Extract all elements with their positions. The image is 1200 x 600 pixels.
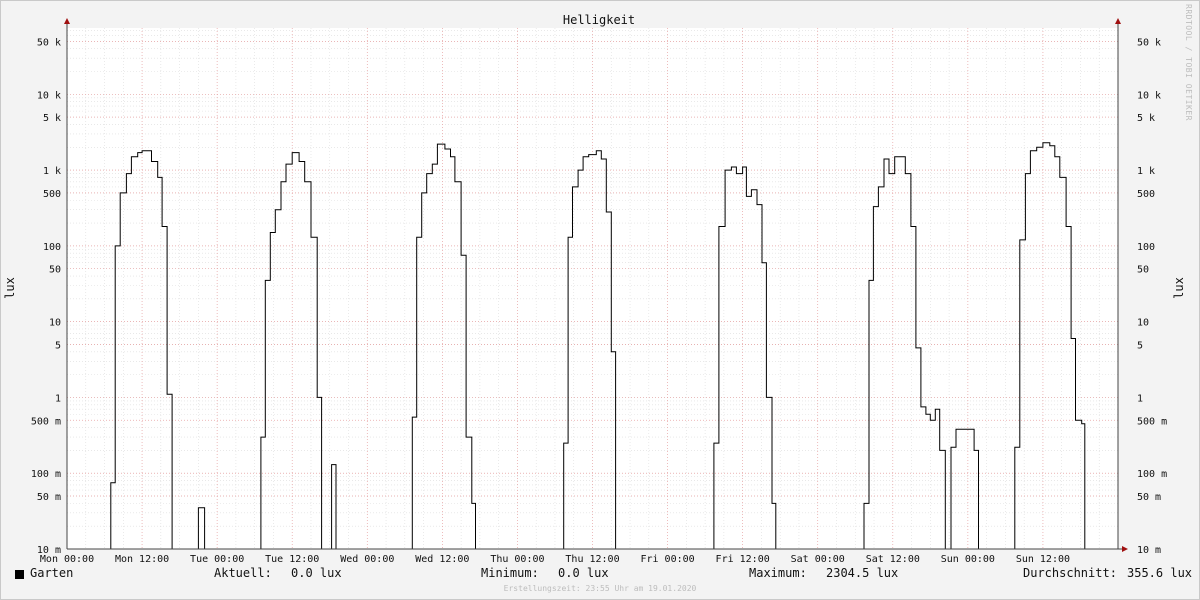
legend-series-name: Garten (30, 566, 74, 580)
x-tick-label: Tue 00:00 (190, 554, 244, 565)
minimum-label: Minimum: (481, 566, 539, 580)
y-tick-label-right: 5 k (1137, 113, 1155, 124)
chart: 50 k 50 k 10 k 10 k 5 k 5 k 1 k 1 k 500 500 100 100… (3, 13, 1186, 565)
y-tick-label-left: 5 (55, 340, 61, 351)
y-tick-label-right: 10 m (1137, 545, 1161, 556)
y-tick-label-left: 10 (49, 318, 61, 329)
y-tick-label-left: 100 m (31, 469, 61, 480)
y-axis-label-left: lux (3, 277, 17, 299)
y-tick-label-left: 50 m (37, 492, 61, 503)
y-tick-label-left: 500 m (31, 416, 61, 427)
y-tick-label-right: 5 (1137, 340, 1143, 351)
x-tick-label: Thu 12:00 (565, 554, 619, 565)
x-tick-label: Fri 12:00 (716, 554, 770, 565)
x-tick-label: Sun 00:00 (941, 554, 995, 565)
y-tick-label-left: 500 (43, 189, 61, 200)
y-tick-label-right: 1 (1137, 393, 1143, 404)
y-tick-label-left: 50 k (37, 37, 61, 48)
legend-swatch (15, 570, 24, 579)
y-tick-label-left: 100 (43, 242, 61, 253)
average-label: Durchschnitt: (1023, 566, 1117, 580)
maximum-label: Maximum: (749, 566, 807, 580)
footer-timestamp: Erstellungszeit: 23:55 Uhr am 19.01.2020 (503, 584, 697, 593)
y-tick-label-right: 50 (1137, 265, 1149, 276)
x-tick-label: Sun 12:00 (1016, 554, 1070, 565)
y-axis-arrow-right (1115, 18, 1121, 24)
legend: Garten Aktuell: 0.0 lux Minimum: 0.0 lux… (0, 566, 1200, 584)
minimum-value: 0.0 lux (558, 566, 609, 580)
current-value: 0.0 lux (291, 566, 342, 580)
y-tick-label-left: 1 (55, 393, 61, 404)
x-tick-label: Wed 00:00 (340, 554, 394, 565)
y-axis-arrow-left (64, 18, 70, 24)
y-tick-label-right: 1 k (1137, 166, 1155, 177)
x-tick-label: Fri 00:00 (640, 554, 694, 565)
y-tick-label-right: 500 m (1137, 416, 1167, 427)
y-tick-label-right: 10 (1137, 318, 1149, 329)
chart-title: Helligkeit (563, 13, 635, 27)
x-tick-label: Mon 12:00 (115, 554, 169, 565)
y-tick-label-left: 5 k (43, 113, 61, 124)
y-tick-label-right: 10 k (1137, 90, 1161, 101)
x-tick-label: Sat 12:00 (866, 554, 920, 565)
x-tick-label: Tue 12:00 (265, 554, 319, 565)
average-value: 355.6 lux (1127, 566, 1193, 580)
y-tick-label-left: 1 k (43, 166, 61, 177)
x-tick-label: Mon 00:00 (40, 554, 94, 565)
y-tick-label-left: 10 k (37, 90, 61, 101)
maximum-value: 2304.5 lux (826, 566, 899, 580)
x-axis-arrow (1122, 546, 1128, 552)
y-tick-label-right: 50 k (1137, 37, 1161, 48)
y-tick-label-right: 50 m (1137, 492, 1161, 503)
watermark: RRDTOOL / TOBI OETIKER (1184, 4, 1193, 121)
y-tick-label-right: 500 (1137, 189, 1155, 200)
current-label: Aktuell: (214, 566, 272, 580)
y-tick-label-right: 100 (1137, 242, 1155, 253)
x-tick-label: Wed 12:00 (415, 554, 469, 565)
y-tick-label-right: 100 m (1137, 469, 1167, 480)
x-tick-label: Sat 00:00 (791, 554, 845, 565)
x-tick-label: Thu 00:00 (490, 554, 544, 565)
y-axis-label-right: lux (1172, 277, 1186, 299)
y-tick-label-left: 50 (49, 265, 61, 276)
